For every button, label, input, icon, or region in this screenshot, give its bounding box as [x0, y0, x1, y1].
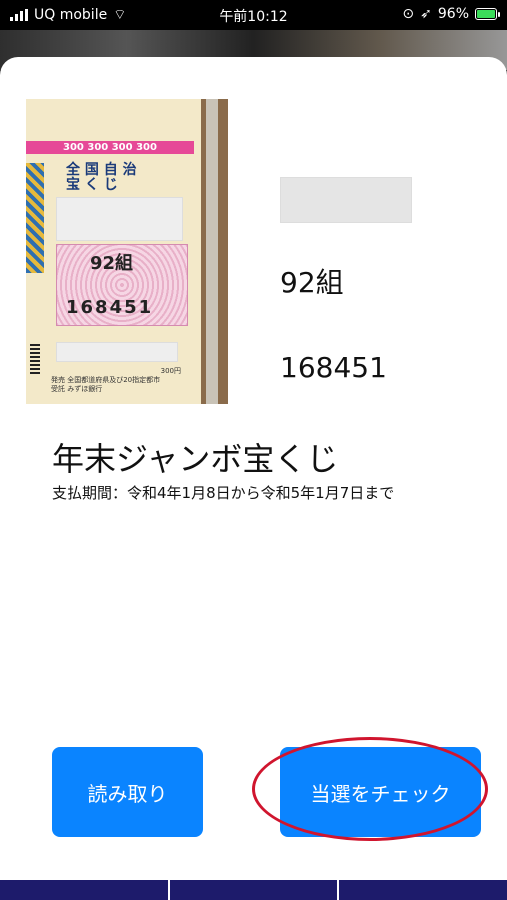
ticket-title: 全 国 自 治 宝 く じ: [66, 162, 137, 193]
ticket-redacted-box: [56, 197, 183, 241]
ticket-number-value: 168451: [280, 351, 387, 384]
bottom-tab-2[interactable]: [170, 880, 340, 900]
lottery-name: 年末ジャンボ宝くじ: [52, 440, 339, 478]
orientation-lock-icon: ⊙: [402, 6, 415, 22]
redacted-field: [280, 177, 412, 223]
bottom-tab-3[interactable]: [339, 880, 507, 900]
battery-icon: [475, 8, 500, 20]
group-value: 92組: [280, 266, 344, 299]
ticket-number: 168451: [66, 297, 154, 318]
status-right: ⊙ ➶ 96%: [402, 6, 500, 22]
read-button[interactable]: 読み取り: [52, 747, 203, 837]
location-icon: ➶: [420, 6, 432, 22]
bottom-bar: [0, 880, 507, 900]
ticket-price-row: 300 300 300 300: [26, 141, 194, 154]
battery-percent: 96%: [437, 6, 469, 22]
bottom-tab-1[interactable]: [0, 880, 170, 900]
ticket-footer: 300円 発売 全国都道府県及び20指定都市 受託 みずほ銀行: [51, 367, 181, 393]
ticket-photo: 300 300 300 300 全 国 自 治 宝 く じ 92組 168451…: [26, 99, 228, 404]
ticket-group: 92組: [90, 253, 134, 274]
status-bar: UQ mobile ⌔ 午前10:12 ⊙ ➶ 96%: [0, 0, 507, 30]
ticket-redacted-box-2: [56, 342, 178, 362]
annotation-circle: [252, 737, 488, 841]
ticket-barcode: [30, 344, 40, 374]
payment-period: 支払期間：令和4年1月8日から令和5年1月7日まで: [52, 484, 395, 502]
modal-sheet: 300 300 300 300 全 国 自 治 宝 く じ 92組 168451…: [0, 57, 507, 900]
